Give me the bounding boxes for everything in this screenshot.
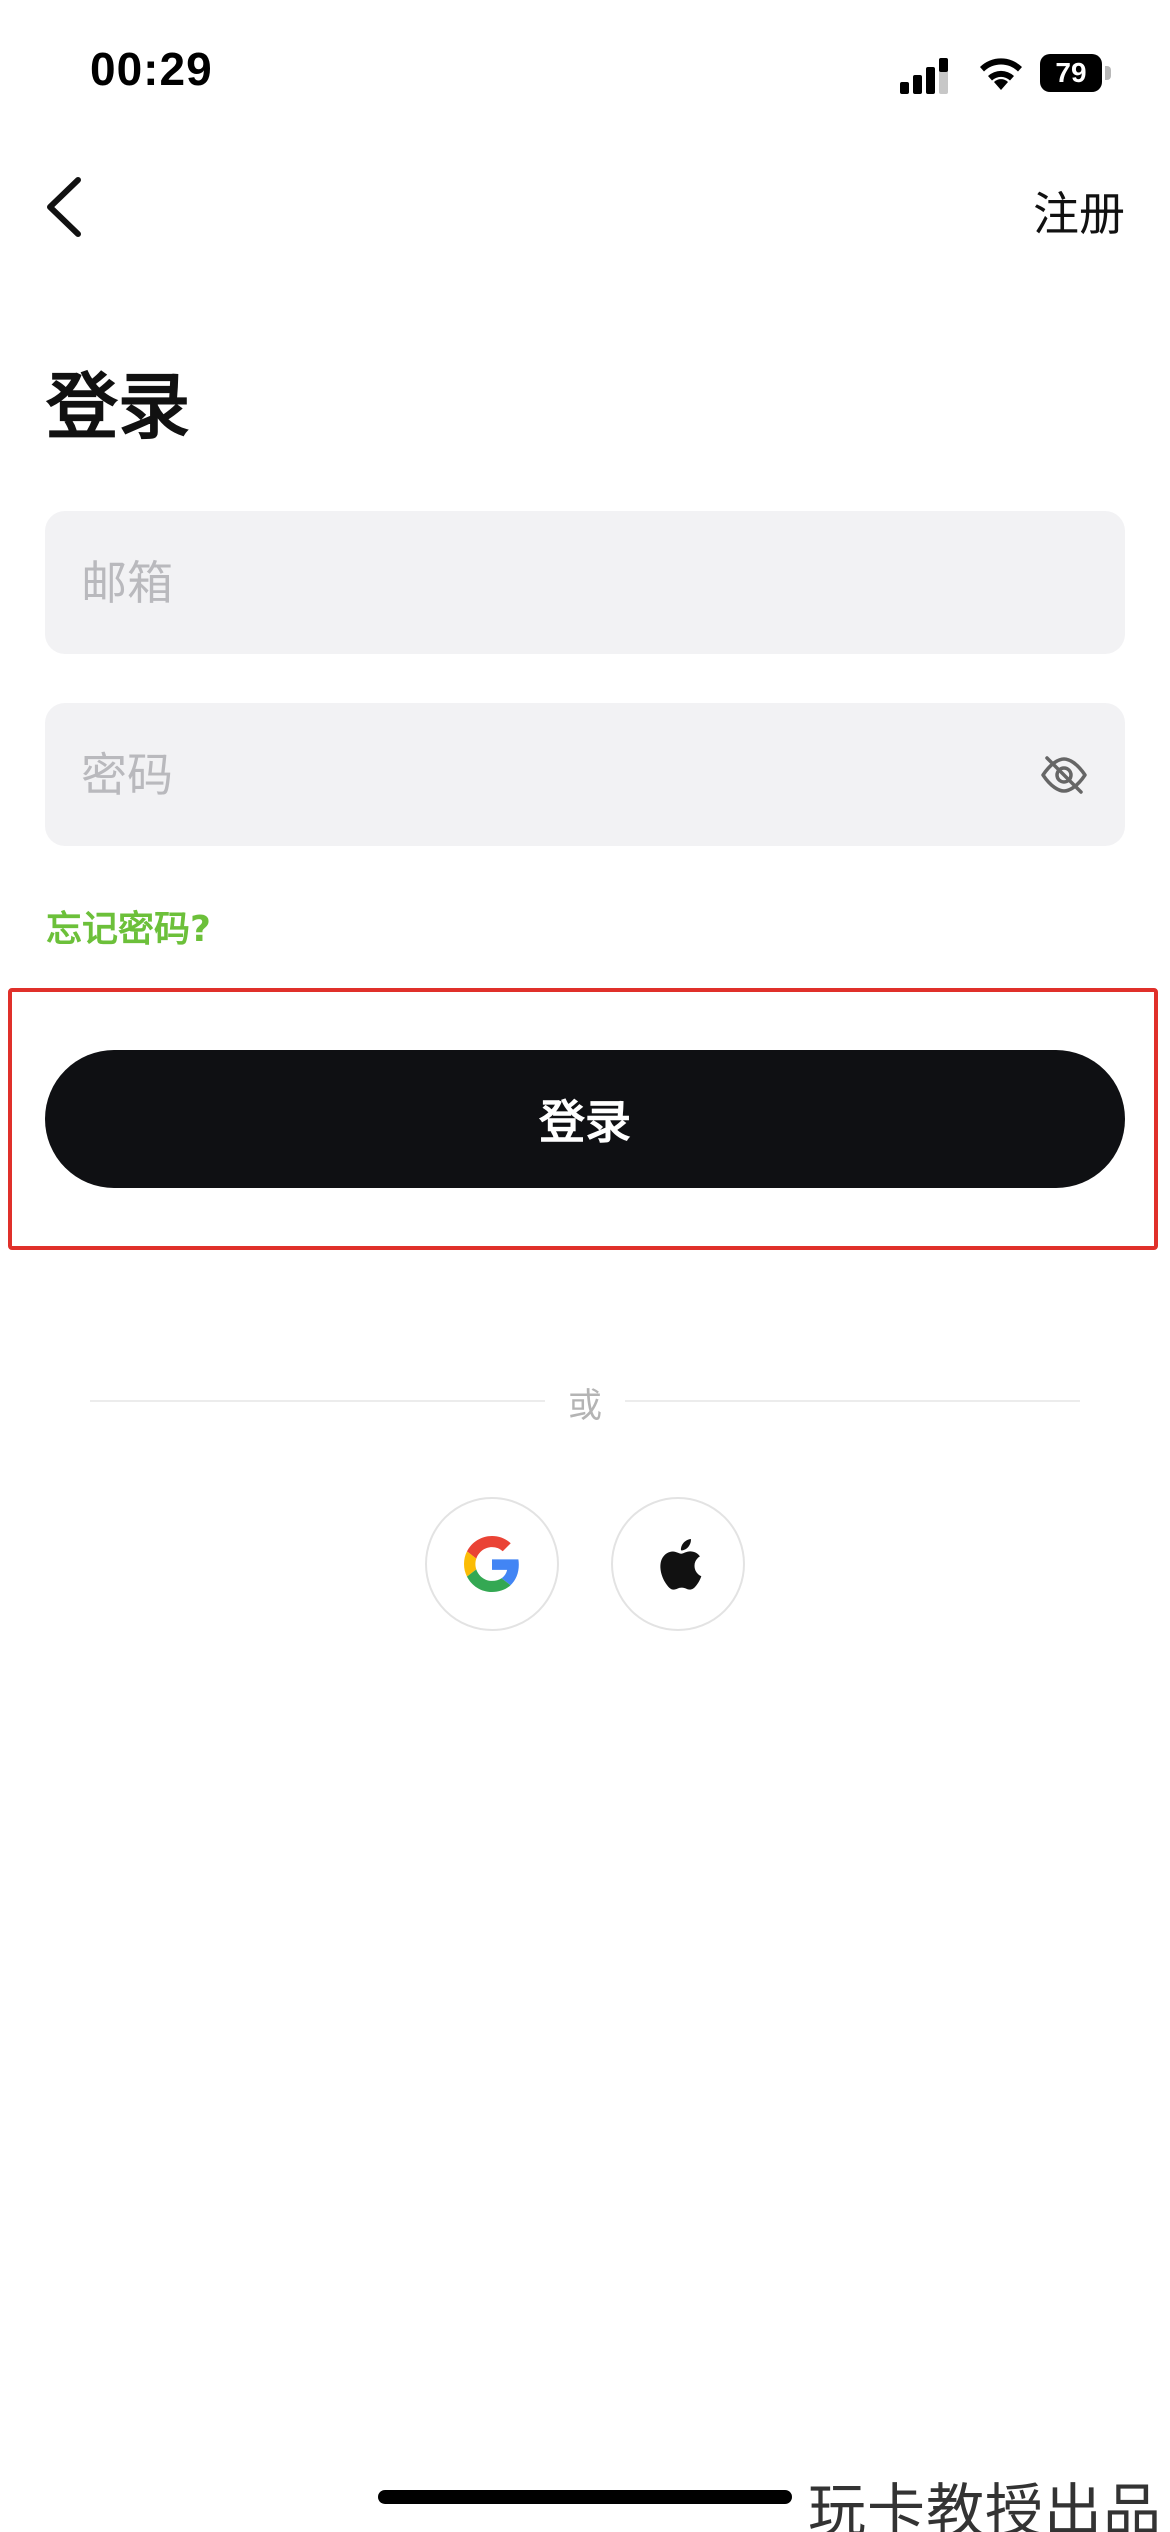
divider-text: 或 [568, 1386, 602, 1426]
cellular-signal-icon [900, 58, 948, 94]
eye-off-icon[interactable] [1039, 750, 1089, 800]
wifi-icon [980, 58, 1022, 90]
password-input[interactable] [81, 703, 1021, 846]
email-field[interactable] [45, 511, 1125, 654]
home-indicator [378, 2490, 792, 2504]
battery-cap [1105, 66, 1111, 80]
back-arrow-icon[interactable] [40, 172, 90, 242]
register-link[interactable]: 注册 [1033, 178, 1125, 244]
divider-line-right [625, 1400, 1080, 1402]
email-input[interactable] [81, 511, 1021, 654]
battery-indicator: 79 [1040, 54, 1112, 92]
login-button[interactable]: 登录 [45, 1050, 1125, 1188]
google-icon [464, 1536, 519, 1592]
apple-login-button[interactable] [611, 1497, 745, 1631]
apple-icon [660, 1539, 702, 1590]
divider-line-left [90, 1400, 545, 1402]
forgot-password-link[interactable]: 忘记密码? [46, 900, 211, 952]
password-field[interactable] [45, 703, 1125, 846]
google-login-button[interactable] [425, 1497, 559, 1631]
battery-level: 79 [1040, 54, 1102, 92]
status-time: 00:29 [90, 43, 213, 95]
page-title: 登录 [46, 365, 191, 449]
watermark-text: 玩卡教授出品 [808, 2477, 1163, 2532]
